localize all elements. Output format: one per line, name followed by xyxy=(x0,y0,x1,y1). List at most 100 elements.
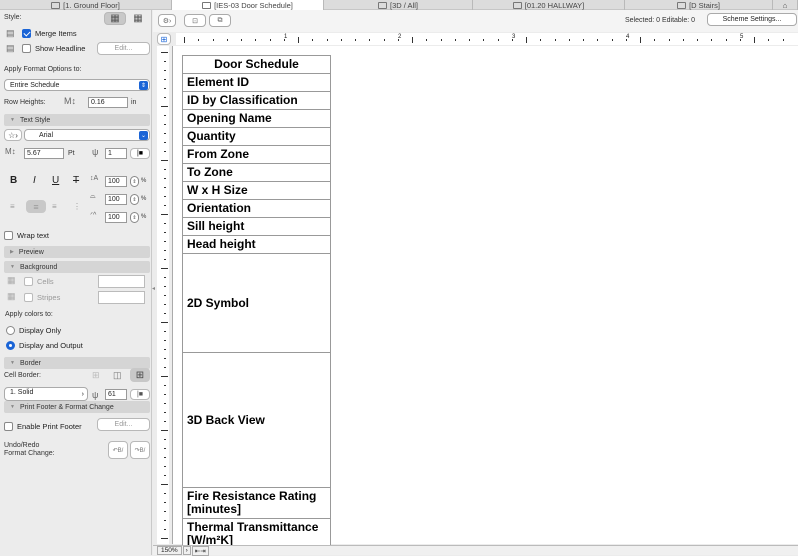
ruler-tick xyxy=(161,52,168,53)
ruler-tick xyxy=(583,39,584,41)
line-type-select[interactable]: 1. Solid › xyxy=(4,387,88,401)
tab-door-schedule[interactable]: [IES-03 Door Schedule] xyxy=(172,0,324,10)
schedule-row[interactable]: To Zone xyxy=(183,164,330,182)
char-width-input[interactable]: 100 xyxy=(105,194,127,205)
schedule-row[interactable]: Head height xyxy=(183,236,330,254)
char-width-icon: ⌓ xyxy=(90,193,96,200)
wrap-text-box[interactable] xyxy=(4,231,13,240)
pen-color-button[interactable]: |■ xyxy=(130,148,150,159)
style-plain-button[interactable]: ▦ xyxy=(128,12,148,25)
print-footer-section[interactable]: ▼ Print Footer & Format Change xyxy=(4,401,150,413)
schedule-row[interactable]: Sill height xyxy=(183,218,330,236)
tab-3d-all[interactable]: [3D / All] xyxy=(324,0,473,10)
schedule-row[interactable]: Fire Resistance Rating [minutes] xyxy=(183,488,330,519)
display-output-radio[interactable]: Display and Output xyxy=(6,341,83,350)
line-spacing-stepper[interactable]: ⇕ xyxy=(130,212,139,223)
zoom-level[interactable]: 150% xyxy=(157,546,182,555)
ruler-tick xyxy=(483,39,485,41)
enable-print-footer-box[interactable] xyxy=(4,422,13,431)
border-pen-input[interactable]: 61 xyxy=(105,389,127,400)
ruler-tick xyxy=(164,412,166,413)
scheme-settings-button[interactable]: Scheme Settings... xyxy=(707,13,797,26)
cells-color-field[interactable] xyxy=(98,275,145,288)
tab-d-stairs[interactable]: [D Stairs] xyxy=(625,0,773,10)
tab-hallway[interactable]: [01.20 HALLWAY] xyxy=(473,0,625,10)
stripes-icon: ▦ xyxy=(7,291,16,301)
background-section[interactable]: ▼ Background xyxy=(4,261,150,273)
preview-section[interactable]: ▶ Preview xyxy=(4,246,150,258)
ruler-tick xyxy=(164,241,166,242)
bold-button[interactable]: B xyxy=(10,175,17,186)
ruler-tick xyxy=(164,358,166,359)
show-headline-box[interactable] xyxy=(22,44,31,53)
ruler-tick xyxy=(654,39,656,41)
stripes-color-field[interactable] xyxy=(98,291,145,304)
settings-menu-button[interactable]: ⚙› xyxy=(158,14,176,27)
text-style-section[interactable]: ▼ Text Style xyxy=(4,114,150,126)
schedule-row[interactable]: From Zone xyxy=(183,146,330,164)
display-only-radio-dot[interactable] xyxy=(6,326,15,335)
italic-button[interactable]: I xyxy=(33,175,36,186)
align-left-icon[interactable]: ≡ xyxy=(10,202,15,211)
schedule-row[interactable]: Opening Name xyxy=(183,110,330,128)
headline-edit-button[interactable]: Edit... xyxy=(97,42,150,55)
enable-print-footer-checkbox[interactable]: Enable Print Footer xyxy=(4,422,82,431)
show-headline-checkbox[interactable]: Show Headline xyxy=(22,44,85,53)
ruler-tick xyxy=(161,376,168,377)
font-select[interactable]: Arial ⌄ xyxy=(24,129,150,141)
stripes-checkbox[interactable]: Stripes xyxy=(24,293,60,302)
char-spacing-input[interactable]: 100 xyxy=(105,176,127,187)
font-size-input[interactable]: 5.67 xyxy=(24,148,64,159)
border-vertical-icon[interactable]: ◫ xyxy=(113,370,122,381)
align-right-icon[interactable]: ≡ xyxy=(52,202,57,211)
ruler-tick xyxy=(164,394,166,395)
chevron-right-icon: › xyxy=(81,391,84,398)
disclosure-open-icon: ▼ xyxy=(10,404,15,410)
cells-box[interactable] xyxy=(24,277,33,286)
line-spacing-input[interactable]: 100 xyxy=(105,212,127,223)
tab-overflow[interactable]: ⌂ xyxy=(773,0,798,10)
pen-input[interactable]: 1 xyxy=(105,148,127,159)
char-width-stepper[interactable]: ⇕ xyxy=(130,194,139,205)
undo-format-button[interactable]: ↶B/ xyxy=(108,441,128,459)
place-button[interactable]: ⊡ xyxy=(184,14,206,27)
border-section[interactable]: ▼ Border xyxy=(4,357,150,369)
footer-edit-button[interactable]: Edit... xyxy=(97,418,150,431)
ruler-tick xyxy=(164,403,166,404)
char-spacing-stepper[interactable]: ⇕ xyxy=(130,176,139,187)
column-insert-button[interactable]: ⊞ xyxy=(157,33,171,45)
display-output-radio-dot[interactable] xyxy=(6,341,15,350)
collapse-sidebar-handle[interactable]: ◂ xyxy=(152,285,155,292)
border-inner-icon[interactable]: ⊞ xyxy=(92,370,100,381)
justify-icon[interactable]: ⋮ xyxy=(73,202,81,211)
border-all-button[interactable]: ⊞ xyxy=(130,368,150,382)
style-grid-button[interactable]: ▦ xyxy=(104,12,126,25)
wrap-text-checkbox[interactable]: Wrap text xyxy=(4,231,49,240)
schedule-row[interactable]: 3D Back View xyxy=(183,353,330,488)
schedule-row[interactable]: ID by Classification xyxy=(183,92,330,110)
ruler-tick xyxy=(340,39,342,41)
schedule-row[interactable]: 2D Symbol xyxy=(183,254,330,353)
schedule-row[interactable]: Orientation xyxy=(183,200,330,218)
fit-width-icon[interactable]: ⇤⇥ xyxy=(191,545,209,556)
copy-button[interactable]: ⧉ xyxy=(209,14,231,27)
tab-ground-floor[interactable]: [1. Ground Floor] xyxy=(0,0,172,10)
border-color-button[interactable]: |■ xyxy=(130,389,150,400)
row-heights-input[interactable]: 0.16 xyxy=(88,97,128,108)
align-center-button[interactable]: ≡ xyxy=(26,200,46,213)
stripes-box[interactable] xyxy=(24,293,33,302)
schedule-row[interactable]: Element ID xyxy=(183,74,330,92)
favorites-button[interactable]: ☆› xyxy=(4,129,22,141)
merge-items-checkbox[interactable]: Merge Items xyxy=(22,29,77,38)
ruler-tick xyxy=(164,520,166,521)
apply-format-select[interactable]: Entire Schedule ⇕ xyxy=(4,79,150,91)
zoom-menu-icon[interactable]: › xyxy=(182,546,191,555)
display-only-radio[interactable]: Display Only xyxy=(6,326,61,335)
merge-items-box[interactable] xyxy=(22,29,31,38)
underline-button[interactable]: U xyxy=(52,175,59,186)
schedule-row[interactable]: Quantity xyxy=(183,128,330,146)
redo-format-button[interactable]: ↷B/ xyxy=(130,441,150,459)
schedule-row[interactable]: W x H Size xyxy=(183,182,330,200)
cells-checkbox[interactable]: Cells xyxy=(24,277,54,286)
strikethrough-button[interactable]: T xyxy=(73,175,79,186)
